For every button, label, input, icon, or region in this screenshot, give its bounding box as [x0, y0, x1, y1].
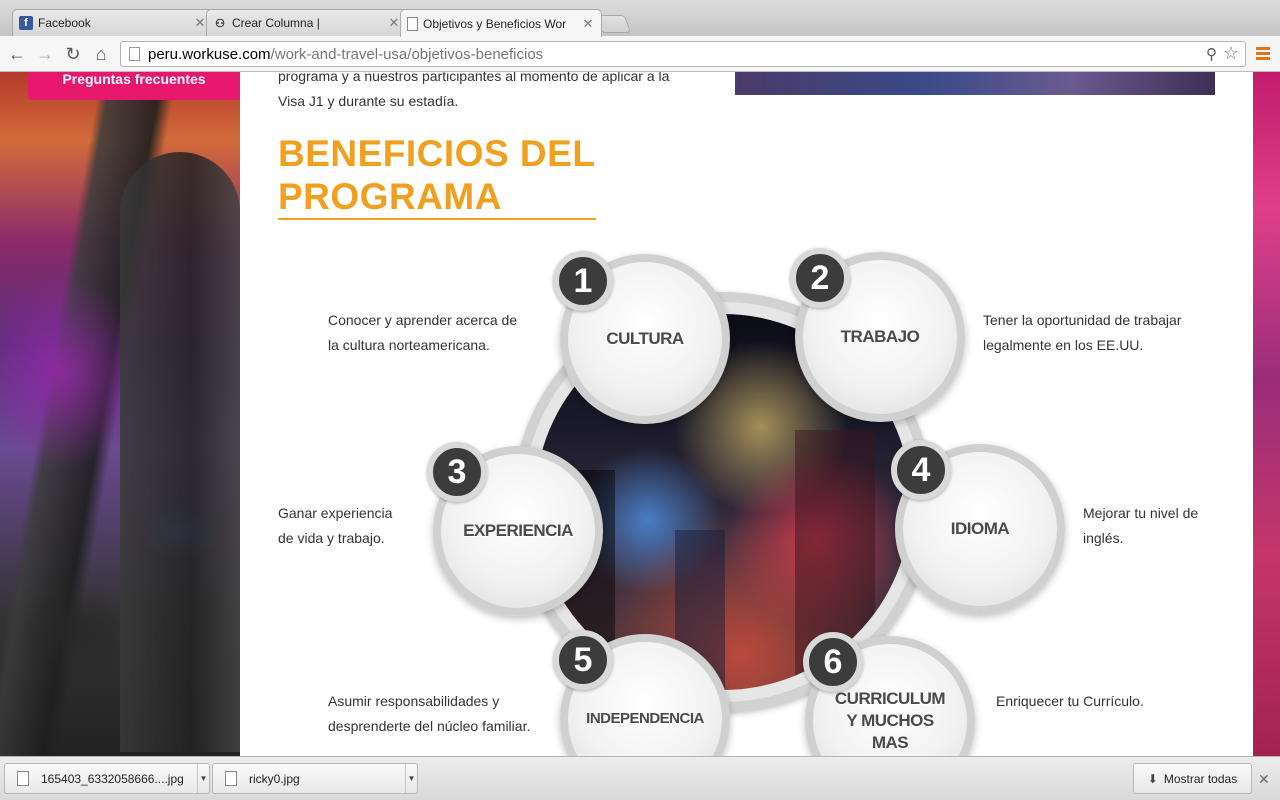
- intro-paragraph: programa y a nuestros participantes al m…: [278, 72, 698, 114]
- bookmark-star-icon[interactable]: ☆: [1223, 43, 1239, 64]
- section-title: BENEFICIOS DEL PROGRAMA: [278, 132, 595, 218]
- benefits-diagram: CULTURA 1 TRABAJO 2 EXPERIENCIA 3 IDIOMA…: [415, 244, 1075, 756]
- desc-line: Ganar experiencia: [278, 505, 393, 521]
- benefit-number-badge: 1: [553, 251, 613, 311]
- benefit-4-description: Mejorar tu nivel de inglés.: [1083, 501, 1198, 551]
- desc-line: de vida y trabajo.: [278, 530, 385, 546]
- header-photo: [735, 72, 1215, 95]
- facebook-icon: f: [19, 16, 33, 30]
- page-viewport: Preguntas frecuentes programa y a nuestr…: [0, 72, 1280, 756]
- chevron-down-icon[interactable]: ▼: [197, 764, 209, 793]
- page-icon: [407, 16, 418, 31]
- background-photo-left: [0, 72, 240, 756]
- tab-strip: f Facebook ✕ ⚇ Crear Columna | ✕ Objetiv…: [0, 0, 1280, 37]
- url-path: /work-and-travel-usa/objetivos-beneficio…: [270, 45, 544, 63]
- file-icon: [225, 771, 237, 786]
- browser-toolbar: ← → ↻ ⌂ peru.workuse.com/work-and-travel…: [0, 36, 1280, 72]
- background-photo-right: [1253, 72, 1280, 756]
- benefit-number-badge: 6: [803, 632, 863, 692]
- benefit-label: IDIOMA: [950, 519, 1010, 538]
- close-icon[interactable]: ✕: [581, 16, 595, 32]
- download-item[interactable]: 165403_6332058666....jpg ▼: [4, 763, 210, 794]
- show-all-label: Mostrar todas: [1163, 771, 1238, 786]
- zoom-icon[interactable]: ⚲: [1206, 45, 1217, 63]
- menu-icon[interactable]: [1256, 47, 1270, 62]
- home-icon[interactable]: ⌂: [90, 43, 112, 65]
- benefit-label: CULTURA: [606, 329, 684, 348]
- benefit-number-badge: 2: [790, 248, 850, 308]
- label-line: CURRICULUM: [834, 689, 946, 708]
- url-host: peru.workuse.com: [148, 45, 271, 63]
- faq-button[interactable]: Preguntas frecuentes: [28, 72, 240, 100]
- tab-crear-columna[interactable]: ⚇ Crear Columna | ✕: [206, 9, 408, 36]
- benefit-label: TRABAJO: [840, 327, 920, 346]
- address-bar[interactable]: peru.workuse.com/work-and-travel-usa/obj…: [120, 41, 1246, 67]
- user-icon: ⚇: [215, 17, 225, 30]
- tab-facebook[interactable]: f Facebook ✕: [12, 9, 214, 36]
- tab-title: Objetivos y Beneficios Wor: [423, 16, 567, 31]
- title-line: BENEFICIOS DEL: [278, 133, 596, 174]
- benefit-label: CURRICULUM Y MUCHOS MAS: [834, 688, 946, 754]
- benefit-number-badge: 3: [427, 442, 487, 502]
- page-icon: [129, 47, 140, 61]
- close-icon[interactable]: ✕: [193, 15, 207, 31]
- download-filename: 165403_6332058666....jpg: [41, 771, 184, 786]
- title-underline: [278, 218, 596, 220]
- intro-line: programa y a nuestros participantes al m…: [278, 72, 670, 84]
- desc-line: inglés.: [1083, 530, 1124, 546]
- close-icon[interactable]: ✕: [1258, 771, 1270, 788]
- back-icon[interactable]: ←: [6, 43, 28, 65]
- show-all-downloads-button[interactable]: ⬇ Mostrar todas: [1133, 763, 1252, 794]
- benefit-label: EXPERIENCIA: [463, 521, 573, 540]
- label-line: MAS: [871, 733, 909, 752]
- chevron-down-icon[interactable]: ▼: [405, 764, 417, 793]
- download-bar: 165403_6332058666....jpg ▼ ricky0.jpg ▼ …: [0, 756, 1280, 800]
- benefit-number-badge: 5: [553, 630, 613, 690]
- reload-icon[interactable]: ↻: [62, 43, 84, 65]
- benefit-label: INDEPENDENCIA: [586, 710, 704, 727]
- main-content: programa y a nuestros participantes al m…: [240, 72, 1253, 756]
- file-icon: [17, 771, 29, 786]
- tab-title: Crear Columna |: [232, 16, 320, 30]
- close-icon[interactable]: ✕: [387, 15, 401, 31]
- download-item[interactable]: ricky0.jpg ▼: [212, 763, 418, 794]
- tab-objetivos-beneficios[interactable]: Objetivos y Beneficios Wor ✕: [400, 9, 602, 37]
- desc-line: Mejorar tu nivel de: [1083, 505, 1199, 521]
- intro-line: Visa J1 y durante su estadía.: [278, 93, 459, 109]
- title-line: PROGRAMA: [278, 176, 502, 217]
- benefit-number-badge: 4: [891, 440, 951, 500]
- label-line: Y MUCHOS: [846, 711, 934, 730]
- download-filename: ricky0.jpg: [249, 771, 300, 786]
- tab-title: Facebook: [38, 16, 91, 30]
- download-arrow-icon: ⬇: [1147, 771, 1158, 786]
- forward-icon[interactable]: →: [34, 43, 56, 65]
- benefit-3-description: Ganar experiencia de vida y trabajo.: [278, 501, 392, 551]
